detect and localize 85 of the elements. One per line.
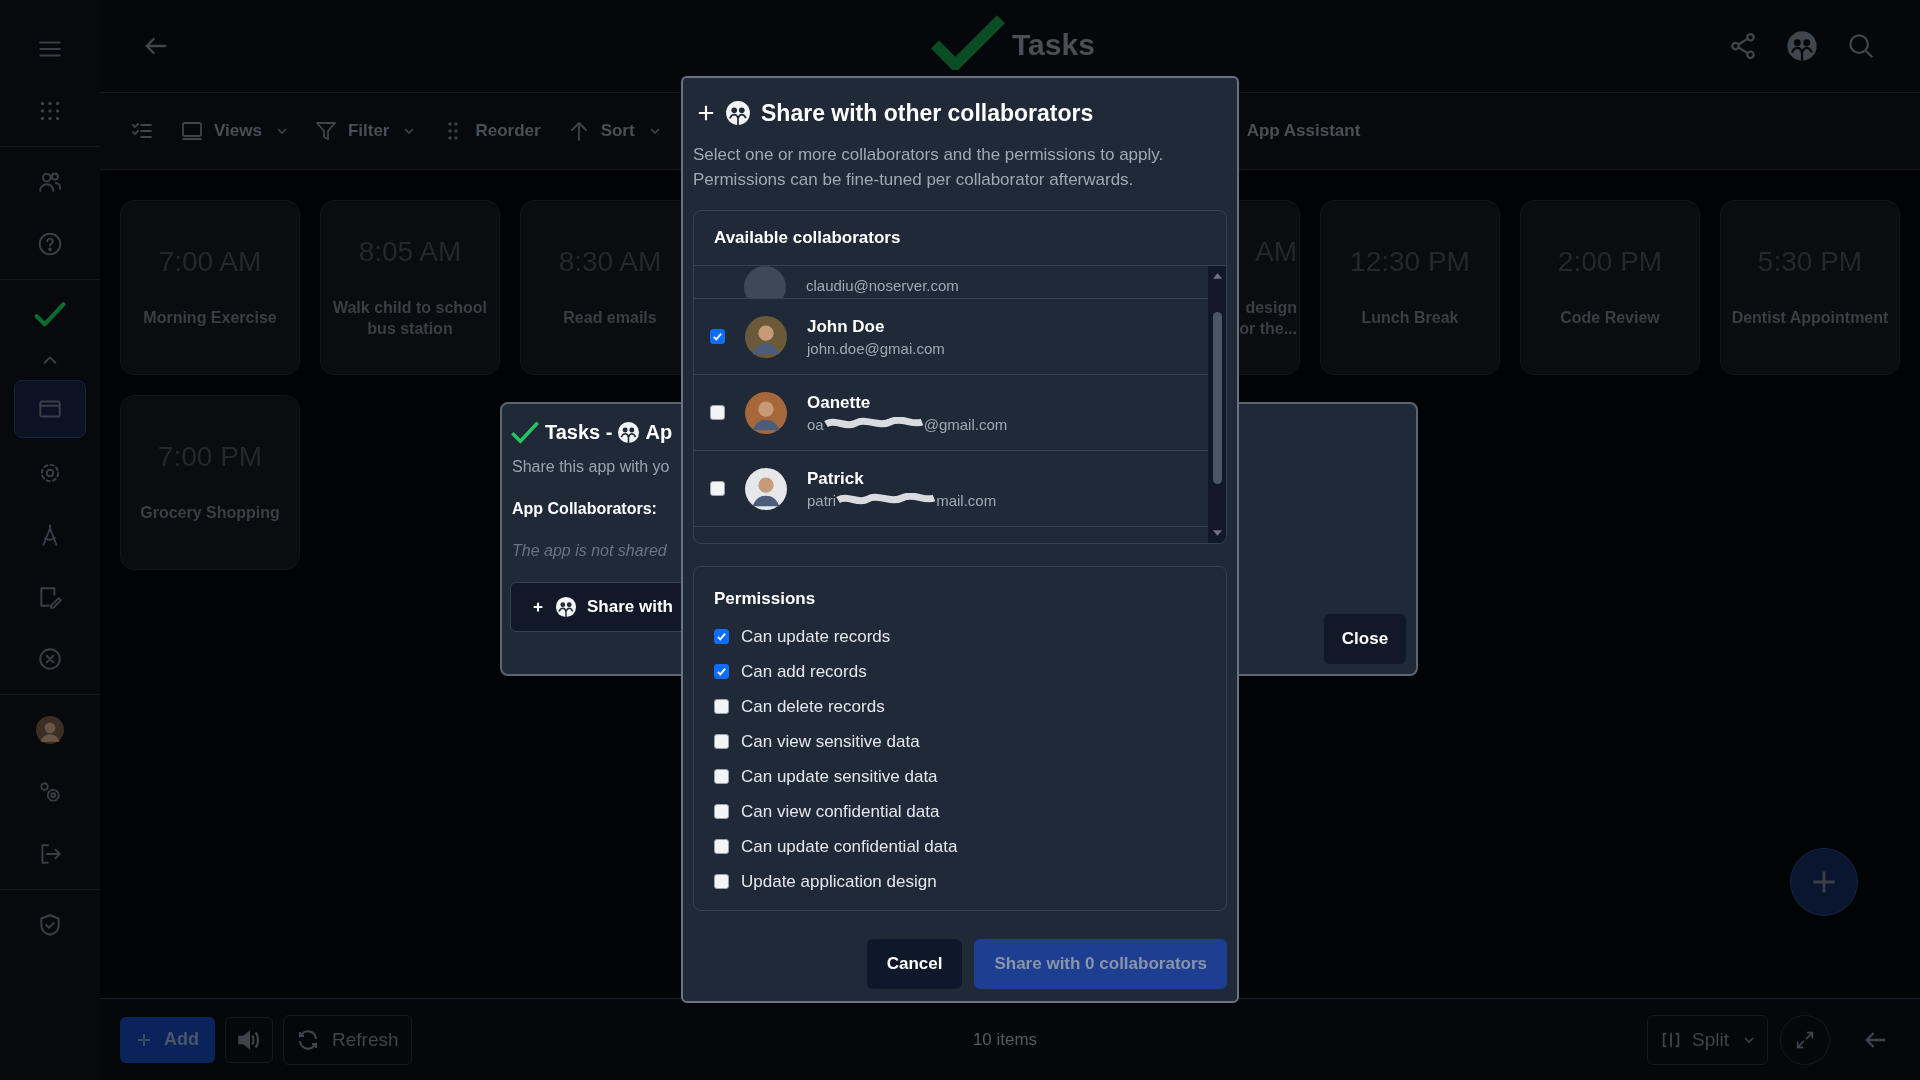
permission-label: Can add records: [741, 661, 867, 682]
avatar: [745, 315, 787, 358]
toolbar-button[interactable]: Views: [180, 119, 288, 143]
tick-icon: [715, 630, 728, 643]
gears-icon: [37, 779, 63, 805]
group-icon: [555, 596, 577, 618]
panel-heading: Available collaborators: [694, 211, 1226, 266]
permission-label: Can view sensitive data: [741, 731, 920, 752]
tick-icon: [715, 665, 728, 678]
monitor-icon: [180, 119, 204, 143]
caret-icon: [403, 127, 416, 135]
checkbox[interactable]: [710, 481, 725, 496]
modal-description: Select one or more collaborators and the permissions to apply. Permissions can be fine-tuned per collaborator afterwards.: [693, 144, 1165, 191]
refresh-button[interactable]: Refresh: [283, 1014, 412, 1065]
speaker-button[interactable]: [225, 1016, 273, 1063]
sidebar-item[interactable]: [14, 380, 86, 438]
checkbox[interactable]: [714, 839, 729, 854]
toolbar-button[interactable]: Sort: [566, 119, 661, 143]
permission-label: Can delete records: [741, 696, 885, 717]
filter-icon: [313, 119, 338, 143]
checkbox[interactable]: [714, 734, 729, 749]
help-icon: [37, 231, 63, 257]
collaborator-name: Patrick: [807, 468, 865, 489]
permission-label: Can update sensitive data: [741, 766, 938, 787]
modal-title: Share with other collaborators: [761, 99, 1094, 127]
checkbox[interactable]: [710, 405, 725, 420]
group-icon: [725, 100, 751, 126]
collaborator-row[interactable]: John Doe john.doe@gmai.com: [694, 299, 1208, 375]
collaborator-email: claudiu@noserver.com: [806, 277, 959, 294]
toolbar-button[interactable]: Reorder: [441, 119, 541, 143]
permission-label: Update application design: [741, 871, 937, 892]
checkbox[interactable]: [714, 664, 729, 679]
checkbox[interactable]: [710, 329, 725, 344]
check-icon: [930, 14, 1006, 70]
checkbox[interactable]: [714, 699, 729, 714]
group-icon[interactable]: [1786, 30, 1818, 62]
collaborator-email: patri mail.com: [807, 491, 997, 509]
checkbox[interactable]: [714, 874, 729, 889]
tick-icon: [711, 330, 724, 343]
collaborator-email: john.doe@gmai.com: [807, 339, 945, 357]
scroll-up-icon[interactable]: [1211, 272, 1223, 280]
toolbar-button[interactable]: App Assistant: [1246, 121, 1361, 141]
close-icon: [37, 646, 63, 672]
avatar: [745, 467, 787, 510]
collaborator-row[interactable]: claudiu@noserver.com: [694, 266, 1208, 299]
caret-icon: [648, 127, 661, 135]
refresh-icon: [296, 1027, 320, 1052]
caret-icon: [275, 127, 288, 135]
plus-icon: [697, 104, 715, 122]
collaborator-name: Oanette: [807, 392, 872, 413]
checkbox[interactable]: [714, 769, 729, 784]
split-button[interactable]: Split: [1647, 1014, 1768, 1065]
check-icon: [510, 420, 540, 444]
scroll-down-icon[interactable]: [1211, 529, 1223, 537]
permission-label: Can update confidential data: [741, 836, 958, 857]
add-button[interactable]: Add: [120, 1016, 215, 1063]
plus-icon: [531, 600, 545, 614]
toolbar-button[interactable]: Filter: [313, 119, 416, 143]
section-heading: App Collaborators:: [512, 500, 658, 518]
checkbox[interactable]: [714, 804, 729, 819]
group-icon: [617, 420, 641, 444]
caret-icon: [1743, 1035, 1755, 1044]
collaborator-email: oa @gmail.com: [807, 415, 1008, 433]
permission-label: Can view confidential data: [741, 801, 940, 822]
note-edit-icon: [37, 584, 63, 610]
dialog-title: Ap: [645, 420, 673, 444]
collaborator-row[interactable]: Oanette oa @gmail.com: [694, 375, 1208, 451]
collaborator-row[interactable]: Patrick patri mail.com: [694, 451, 1208, 527]
item-count: 10 items: [972, 1029, 1038, 1050]
dialog-title: Tasks -: [545, 420, 613, 444]
avatar: [745, 391, 787, 434]
scrollbar[interactable]: [1208, 266, 1226, 543]
avatar: [744, 266, 786, 298]
close-button[interactable]: Close: [1324, 614, 1406, 664]
permission-label: Can update records: [741, 626, 891, 647]
app-title: Tasks: [1012, 28, 1095, 62]
share-icon[interactable]: [1728, 31, 1758, 61]
shield-icon: [37, 912, 63, 938]
plus-icon: [136, 1031, 152, 1048]
empty-text: The app is not shared: [512, 542, 668, 560]
collaborator-name: John Doe: [807, 316, 886, 337]
dialog-description: Share this app with yo: [512, 458, 671, 476]
checkbox[interactable]: [714, 629, 729, 644]
search-icon[interactable]: [1846, 31, 1876, 61]
cancel-button[interactable]: Cancel: [866, 939, 963, 989]
